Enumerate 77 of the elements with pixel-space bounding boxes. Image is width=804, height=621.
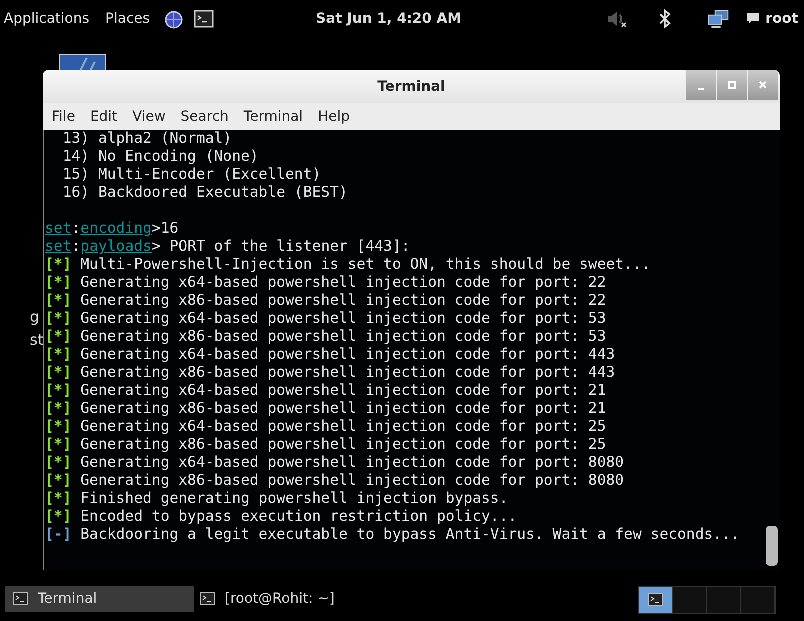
- menu-item[interactable]: Search: [180, 108, 229, 124]
- terminal-line: Generating x86-based powershell injection code for port: 22: [80, 292, 606, 309]
- user-name[interactable]: root: [766, 11, 798, 27]
- terminal-line: Generating x86-based powershell injection code for port: 8080: [80, 472, 624, 489]
- terminal-line: Generating x64-based powershell injection code for port: 22: [80, 274, 606, 291]
- status-marker: [-]: [45, 526, 72, 543]
- terminal-line: 13) alpha2 (Normal): [62, 130, 232, 147]
- status-marker: [*]: [45, 418, 72, 435]
- prompt-set: set: [45, 220, 72, 237]
- status-marker: [*]: [45, 454, 72, 471]
- globe-icon[interactable]: [164, 9, 184, 29]
- terminal-line: Finished generating powershell injection bypass.: [80, 490, 508, 507]
- minimize-icon: [696, 88, 706, 90]
- terminal-icon: [200, 592, 216, 606]
- status-marker: [*]: [45, 256, 72, 273]
- terminal-line: Encoded to bypass execution restriction policy...: [80, 508, 518, 525]
- desktop-icon-label: st: [30, 331, 44, 349]
- status-marker: [*]: [45, 382, 72, 399]
- status-marker: [*]: [45, 472, 72, 489]
- taskbar-item-label: [root@Rohit: ~]: [225, 591, 335, 607]
- terminal-line: Generating x86-based powershell injection code for port: 21: [80, 400, 606, 417]
- status-marker: [*]: [45, 436, 72, 453]
- prompt-module: encoding: [80, 220, 152, 237]
- taskbar-item[interactable]: [root@Rohit: ~]: [200, 586, 335, 612]
- workspace-button[interactable]: [639, 587, 673, 613]
- prompt-module: payloads: [80, 238, 152, 255]
- terminal-line: Generating x86-based powershell injection code for port: 25: [80, 436, 606, 453]
- terminal-line: 15) Multi-Encoder (Excellent): [62, 166, 322, 183]
- chat-icon[interactable]: [746, 12, 760, 26]
- terminal-line: Generating x64-based powershell injection code for port: 8080: [80, 454, 624, 471]
- scrollbar-thumb[interactable]: [766, 526, 778, 566]
- terminal-line: Generating x64-based powershell injection code for port: 25: [80, 418, 606, 435]
- status-marker: [*]: [45, 328, 72, 345]
- terminal-icon[interactable]: [194, 10, 214, 28]
- terminal-icon: [648, 593, 664, 607]
- terminal-line: 16) Backdoored Executable (BEST): [62, 184, 348, 201]
- menu-item[interactable]: File: [52, 108, 76, 124]
- maximize-button[interactable]: [716, 70, 747, 100]
- bluetooth-icon[interactable]: [658, 9, 672, 29]
- prompt-colon: :: [72, 220, 81, 237]
- terminal-line: Generating x86-based powershell injection code for port: 443: [80, 364, 616, 381]
- menu-item[interactable]: Terminal: [244, 108, 304, 124]
- status-marker: [*]: [45, 310, 72, 327]
- maximize-icon: [727, 80, 737, 90]
- terminal-icon: [13, 592, 29, 606]
- terminal-line: >16: [152, 220, 179, 237]
- menu-item[interactable]: Edit: [90, 108, 118, 124]
- terminal-line: Generating x64-based powershell injection code for port: 21: [80, 382, 606, 399]
- terminal-line: Generating x64-based powershell injection code for port: 443: [80, 346, 616, 363]
- panel-menu[interactable]: Applications: [4, 11, 90, 27]
- window-title: Terminal: [378, 78, 446, 94]
- close-button[interactable]: [747, 70, 778, 100]
- status-marker: [*]: [45, 490, 72, 507]
- status-marker: [*]: [45, 508, 72, 525]
- status-marker: [*]: [45, 400, 72, 417]
- speaker-muted-icon[interactable]: [606, 9, 628, 29]
- terminal-line: 14) No Encoding (None): [62, 148, 259, 165]
- taskbar-item[interactable]: Terminal: [5, 586, 194, 612]
- menu-item[interactable]: Help: [318, 108, 350, 124]
- taskbar-item-label: Terminal: [38, 591, 98, 607]
- prompt-set: set: [45, 238, 72, 255]
- status-marker: [*]: [45, 292, 72, 309]
- status-marker: [*]: [45, 364, 72, 381]
- menu-item[interactable]: View: [132, 108, 166, 124]
- terminal-line: Generating x64-based powershell injection code for port: 53: [80, 310, 606, 327]
- terminal-line: Backdooring a legit executable to bypass Anti-Virus. Wait a few seconds...: [80, 526, 740, 543]
- clock[interactable]: Sat Jun 1, 4:20 AM: [316, 11, 462, 27]
- prompt-colon: :: [72, 238, 81, 255]
- close-icon: [758, 80, 768, 90]
- terminal-line: > PORT of the listener [443]:: [152, 238, 410, 255]
- status-marker: [*]: [45, 274, 72, 291]
- terminal-line: Multi-Powershell-Injection is set to ON, this should be sweet...: [80, 256, 651, 273]
- panel-menu[interactable]: Places: [106, 11, 150, 27]
- status-marker: [*]: [45, 346, 72, 363]
- desktop-icon-label: g: [30, 308, 41, 326]
- network-icon[interactable]: [708, 9, 730, 29]
- terminal-line: Generating x86-based powershell injection code for port: 53: [80, 328, 606, 345]
